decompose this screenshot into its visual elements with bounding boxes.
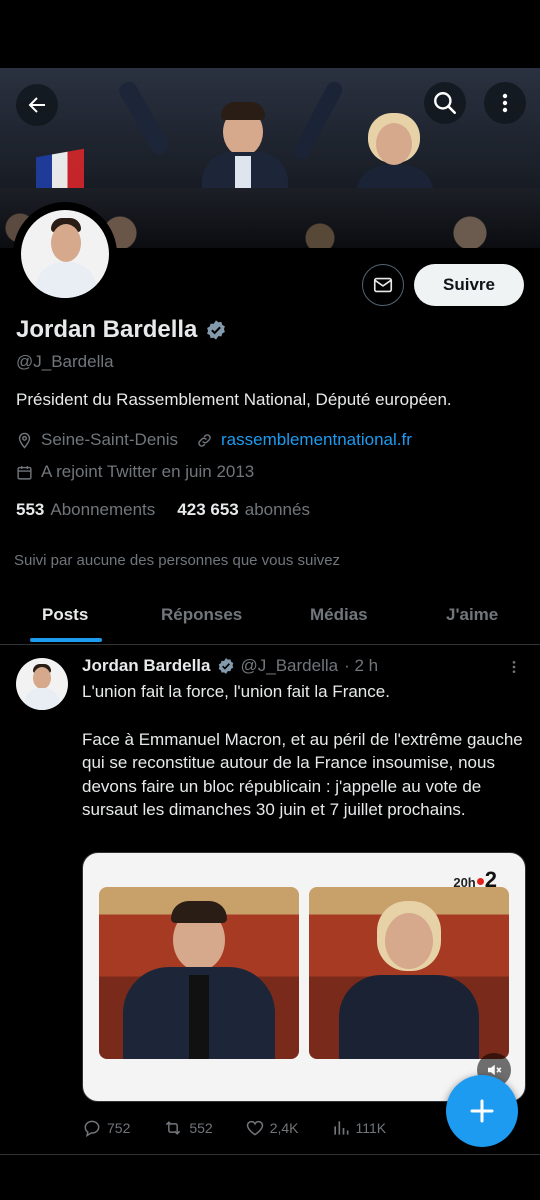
profile-tabs: Posts Réponses Médias J'aime: [0, 590, 540, 645]
bottom-divider: [0, 1154, 540, 1155]
following-count: 553: [16, 500, 45, 519]
like-button[interactable]: 2,4K: [245, 1118, 299, 1138]
following-label: Abonnements: [50, 500, 156, 519]
follow-button[interactable]: Suivre: [414, 264, 524, 306]
tweet-more-button[interactable]: [506, 658, 522, 681]
reply-count: 752: [107, 1120, 131, 1136]
more-vertical-icon: [502, 93, 508, 113]
tab-media[interactable]: Médias: [310, 605, 368, 625]
reply-button[interactable]: 752: [82, 1118, 130, 1138]
link-icon: [198, 433, 211, 447]
verified-badge-icon[interactable]: [205, 319, 227, 341]
following-link[interactable]: 553 Abonnements: [16, 500, 155, 520]
tweet-time[interactable]: · 2 h: [344, 656, 378, 676]
profile-name: Jordan Bardella: [16, 316, 198, 343]
like-icon: [246, 1120, 263, 1136]
profile-avatar[interactable]: [13, 202, 117, 306]
back-arrow-icon: [28, 97, 45, 113]
message-button[interactable]: [362, 264, 404, 306]
repost-count: 552: [189, 1120, 213, 1136]
views-icon: [333, 1121, 349, 1135]
profile-website-link[interactable]: rassemblementnational.fr: [221, 430, 412, 450]
tweet-avatar[interactable]: [16, 658, 68, 710]
profile-meta-row: Seine-Saint-Denis rassemblementnational.…: [16, 430, 412, 450]
views-button[interactable]: 111K: [331, 1118, 387, 1138]
video-panel-right: [309, 887, 509, 1059]
tweet-text: L'union fait la force, l'union fait la F…: [82, 680, 530, 822]
followers-count: 423 653: [177, 500, 239, 519]
mail-icon: [373, 277, 393, 293]
video-panel-left: [99, 887, 299, 1059]
tweet-author-handle[interactable]: @J_Bardella: [241, 656, 339, 676]
search-button[interactable]: [424, 82, 466, 124]
more-vertical-icon: [512, 661, 516, 673]
back-button[interactable]: [16, 84, 58, 126]
profile-location: Seine-Saint-Denis: [41, 430, 179, 449]
tab-replies[interactable]: Réponses: [161, 605, 242, 625]
reply-icon: [84, 1120, 100, 1138]
tweet-header: Jordan Bardella @J_Bardella · 2 h: [82, 656, 378, 676]
compose-plus-icon: [470, 1099, 494, 1123]
profile-bio: Président du Rassemblement National, Dép…: [16, 390, 452, 409]
profile-name-row: Jordan Bardella: [16, 316, 227, 344]
verified-badge-icon: [218, 658, 233, 674]
tab-likes[interactable]: J'aime: [446, 605, 498, 625]
compose-button[interactable]: [446, 1075, 518, 1147]
repost-icon: [166, 1121, 181, 1135]
follow-counts: 553 Abonnements 423 653 abonnés: [16, 500, 310, 520]
banner-arm-left: [116, 78, 172, 158]
like-count: 2,4K: [269, 1120, 299, 1136]
tweet-video[interactable]: 20h 2: [82, 852, 526, 1102]
followers-link[interactable]: 423 653 abonnés: [177, 500, 310, 520]
tweet-text-body: Face à Emmanuel Macron, et au péril de l…: [82, 729, 523, 820]
tweet-author-name[interactable]: Jordan Bardella: [82, 656, 211, 676]
location-pin-icon: [18, 432, 31, 449]
profile-handle: @J_Bardella: [16, 352, 114, 371]
tab-posts[interactable]: Posts: [42, 605, 88, 625]
more-options-button[interactable]: [484, 82, 526, 124]
views-count: 111K: [355, 1120, 387, 1136]
tweet-text-line1: L'union fait la force, l'union fait la F…: [82, 682, 390, 701]
profile-joined: A rejoint Twitter en juin 2013: [41, 462, 255, 481]
repost-button[interactable]: 552: [162, 1118, 213, 1138]
calendar-icon: [17, 465, 32, 480]
avatar-photo: [21, 210, 109, 298]
search-icon: [434, 92, 457, 115]
profile-joined-row: A rejoint Twitter en juin 2013: [16, 462, 254, 482]
active-tab-indicator: [30, 638, 102, 642]
followed-by-text: Suivi par aucune des personnes que vous …: [14, 552, 341, 569]
followers-label: abonnés: [244, 500, 310, 519]
